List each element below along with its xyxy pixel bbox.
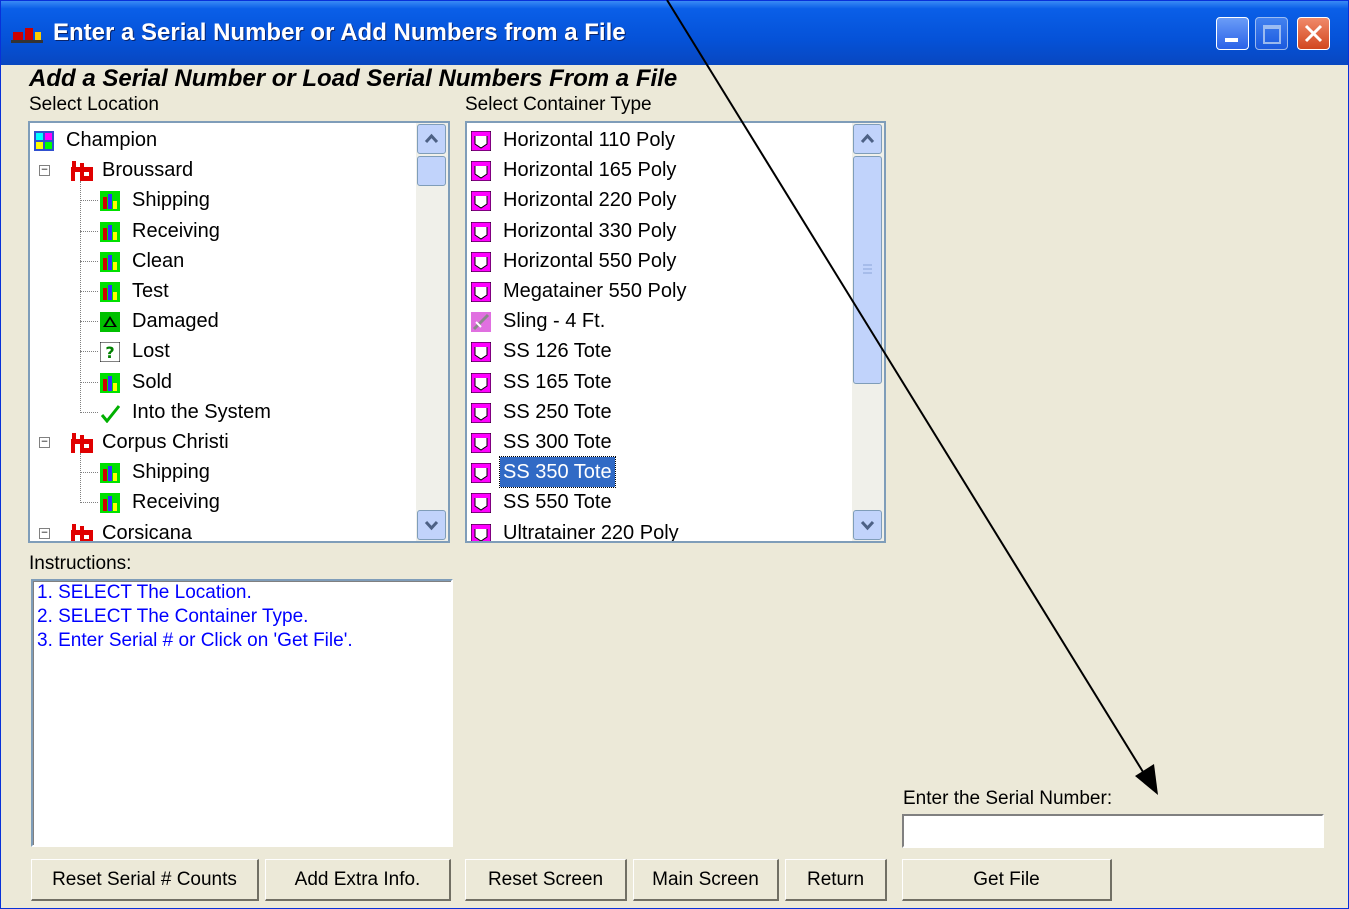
annotation-arrow (666, 0, 1158, 795)
